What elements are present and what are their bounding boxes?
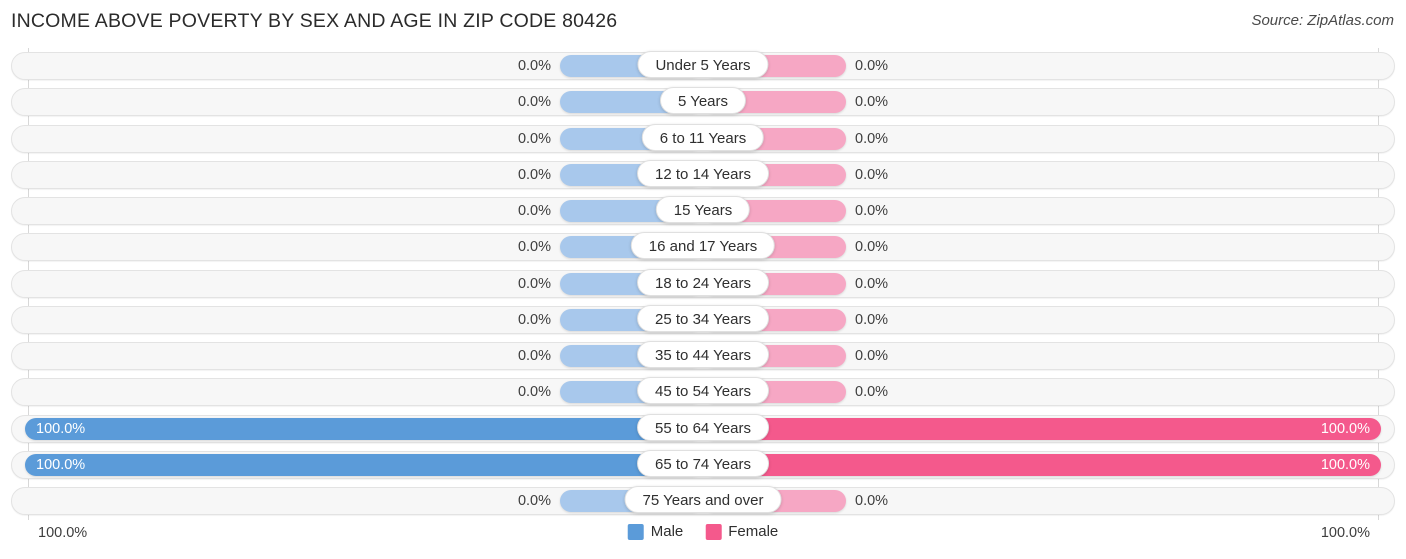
male-value-label: 0.0% [517, 203, 551, 219]
bar-row: 0.0% 0.0% 16 and 17 Years [0, 229, 1406, 265]
female-value-label: 0.0% [855, 275, 889, 292]
female-value-label: 0.0% [855, 239, 889, 256]
male-value-label: 0.0% [517, 94, 551, 111]
bar-row: 100.0% 100.0% 55 to 64 Years [0, 411, 1406, 447]
male-value-label: 0.0% [517, 493, 551, 509]
legend-label-female: Female [728, 523, 779, 540]
category-label: 16 and 17 Years [630, 232, 776, 260]
category-label: 15 Years [655, 196, 751, 223]
bar-row: 0.0% 0.0% Under 5 Years [0, 48, 1406, 84]
bar-row: 0.0% 0.0% 25 to 34 Years [0, 302, 1406, 338]
bar-row: 100.0% 100.0% 65 to 74 Years [0, 447, 1406, 483]
male-value-label: 0.0% [517, 348, 551, 364]
male-value-label: 0.0% [517, 275, 551, 292]
bar-rows-container: 0.0% 0.0% Under 5 Years 0.0% 0.0% 5 Years 0.0%… [0, 48, 1406, 519]
legend-swatch-male-icon [627, 523, 644, 540]
category-label: 12 to 14 Years [637, 159, 769, 187]
female-value-label: 0.0% [855, 311, 889, 328]
bar-row: 0.0% 0.0% 35 to 44 Years [0, 338, 1406, 374]
bar-row: 0.0% 0.0% 5 Years [0, 84, 1406, 120]
category-label: 65 to 74 Years [637, 449, 769, 477]
male-value-label: 0.0% [517, 384, 551, 401]
female-bar[interactable] [703, 417, 1381, 440]
female-value-label: 100.0% [1320, 456, 1370, 473]
bar-row: 0.0% 0.0% 75 Years and over [0, 483, 1406, 519]
bar-row: 0.0% 0.0% 15 Years [0, 193, 1406, 229]
chart-footer: 100.0% Male Female 100.0% [0, 520, 1406, 559]
female-value-label: 0.0% [855, 384, 889, 401]
legend-swatch-female-icon [705, 523, 722, 540]
legend-item-male[interactable]: Male [627, 523, 684, 540]
bar-row: 0.0% 0.0% 18 to 24 Years [0, 266, 1406, 302]
male-value-label: 100.0% [36, 456, 86, 473]
male-value-label: 0.0% [517, 311, 551, 328]
female-value-label: 100.0% [1320, 420, 1370, 437]
chart-legend: Male Female [627, 523, 778, 540]
male-bar[interactable] [25, 453, 703, 476]
female-value-label: 0.0% [855, 130, 889, 147]
axis-label-right: 100.0% [1320, 525, 1370, 541]
male-bar[interactable] [25, 417, 703, 440]
category-label: Under 5 Years [637, 51, 769, 78]
category-label: 18 to 24 Years [637, 268, 769, 296]
category-label: 45 to 54 Years [637, 377, 769, 405]
female-bar[interactable] [703, 453, 1381, 476]
category-label: 35 to 44 Years [637, 341, 769, 368]
category-label: 75 Years and over [624, 486, 782, 513]
male-value-label: 0.0% [517, 239, 551, 256]
female-value-label: 0.0% [855, 203, 889, 219]
bar-row: 0.0% 0.0% 6 to 11 Years [0, 121, 1406, 157]
legend-label-male: Male [650, 523, 684, 540]
female-value-label: 0.0% [855, 94, 889, 111]
male-value-label: 0.0% [517, 166, 551, 183]
page-title: INCOME ABOVE POVERTY BY SEX AND AGE IN Z… [11, 10, 618, 32]
female-value-label: 0.0% [855, 348, 889, 364]
category-label: 6 to 11 Years [641, 123, 765, 151]
category-label: 25 to 34 Years [637, 304, 769, 332]
category-label: 5 Years [659, 87, 747, 115]
female-value-label: 0.0% [855, 58, 889, 74]
bar-row: 0.0% 0.0% 45 to 54 Years [0, 374, 1406, 410]
chart-plot-area: 0.0% 0.0% Under 5 Years 0.0% 0.0% 5 Years 0.0%… [0, 48, 1406, 520]
male-value-label: 0.0% [517, 130, 551, 147]
bar-row: 0.0% 0.0% 12 to 14 Years [0, 157, 1406, 193]
axis-label-left: 100.0% [38, 525, 88, 541]
male-value-label: 100.0% [36, 420, 86, 437]
category-label: 55 to 64 Years [637, 413, 769, 441]
female-value-label: 0.0% [855, 166, 889, 183]
female-value-label: 0.0% [855, 493, 889, 509]
source-attribution: Source: ZipAtlas.com [1251, 12, 1394, 29]
legend-item-female[interactable]: Female [705, 523, 778, 540]
male-value-label: 0.0% [517, 58, 551, 74]
chart-header: INCOME ABOVE POVERTY BY SEX AND AGE IN Z… [0, 0, 1406, 42]
